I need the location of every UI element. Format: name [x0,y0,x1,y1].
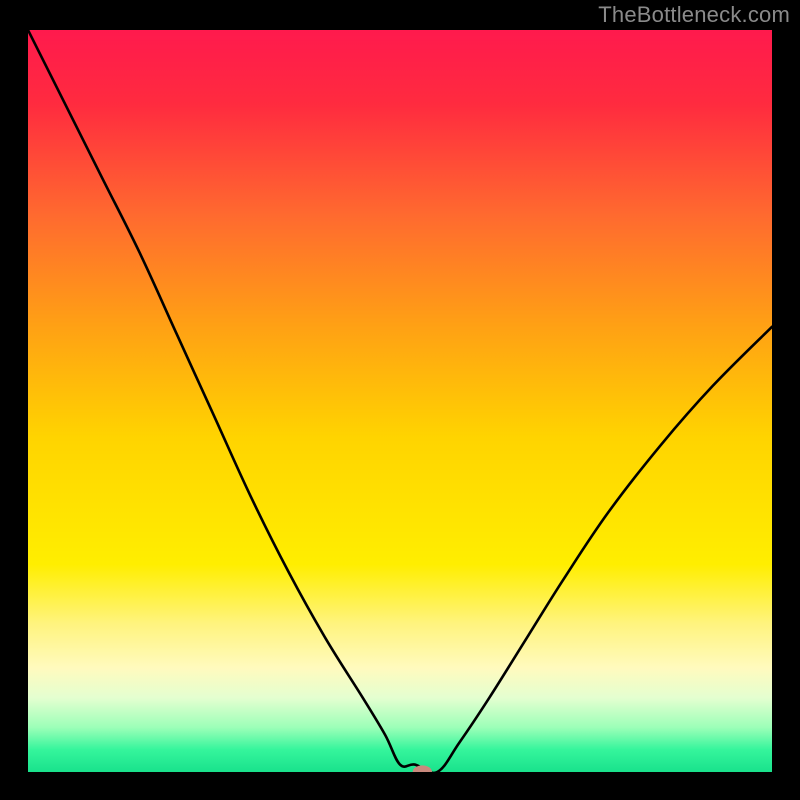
black-frame: TheBottleneck.com [0,0,800,800]
plot-area [28,30,772,772]
chart-svg [28,30,772,772]
heat-background [28,30,772,772]
brand-watermark: TheBottleneck.com [598,2,790,28]
